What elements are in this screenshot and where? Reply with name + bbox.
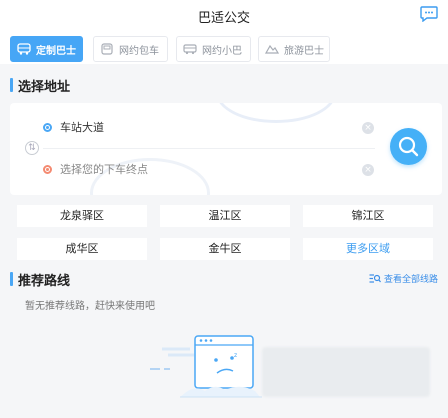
empty-state-illustration: z (150, 335, 262, 398)
tab-minibus[interactable]: 网约小巴 (176, 36, 251, 62)
district-wenjiang[interactable]: 温江区 (160, 205, 290, 227)
car-icon (101, 43, 113, 55)
more-districts-link[interactable]: 更多区域 (303, 238, 433, 260)
decorative-arc (216, 103, 336, 123)
search-icon (398, 136, 419, 157)
app-header: 巴适公交 (0, 0, 448, 32)
service-tabs: 定制巴士 网约包车 网约小巴 旅游巴士 (0, 32, 448, 64)
minibus-icon (183, 44, 197, 55)
district-jinniu[interactable]: 金牛区 (160, 238, 290, 260)
tab-charter-car[interactable]: 网约包车 (93, 36, 168, 62)
empty-routes-text: 暂无推荐线路，赶快来使用吧 (25, 301, 155, 312)
page-title: 巴适公交 (197, 11, 250, 26)
view-all-routes-link[interactable]: 查看全部线路 (369, 272, 438, 285)
end-dot-icon (43, 164, 52, 174)
blurred-placeholder (262, 347, 430, 397)
message-icon[interactable] (420, 6, 438, 22)
bus-icon (17, 43, 31, 55)
tab-tour-bus[interactable]: 旅游巴士 (258, 36, 330, 62)
start-location-value: 车站大道 (60, 121, 104, 134)
end-location-field[interactable]: 选择您的下车终点 (43, 161, 148, 177)
search-button[interactable] (390, 128, 427, 165)
tab-label: 网约小巴 (202, 45, 242, 57)
start-location-field[interactable]: 车站大道 (43, 119, 104, 135)
clear-end-icon[interactable]: × (362, 164, 374, 176)
district-chenghua[interactable]: 成华区 (17, 238, 147, 260)
tab-custom-bus[interactable]: 定制巴士 (10, 36, 83, 62)
address-card: ⇅ 车站大道 × 选择您的下车终点 × (10, 103, 442, 195)
end-location-placeholder: 选择您的下车终点 (60, 163, 148, 176)
clear-start-icon[interactable]: × (362, 122, 374, 134)
tab-label: 定制巴士 (36, 45, 76, 57)
divider (43, 148, 375, 149)
swap-icon[interactable]: ⇅ (25, 141, 39, 155)
list-search-icon (369, 274, 381, 283)
view-all-label: 查看全部线路 (384, 275, 439, 285)
mountain-icon (265, 44, 279, 54)
address-section-title: 选择地址 (10, 76, 70, 95)
tab-label: 旅游巴士 (284, 45, 324, 57)
district-jinjiang[interactable]: 锦江区 (303, 205, 433, 227)
start-dot-icon (43, 122, 52, 132)
routes-section-title: 推荐路线 (10, 270, 70, 289)
district-longquanyi[interactable]: 龙泉驿区 (17, 205, 147, 227)
tab-label: 网约包车 (119, 45, 159, 57)
svg-text:z: z (234, 352, 237, 359)
